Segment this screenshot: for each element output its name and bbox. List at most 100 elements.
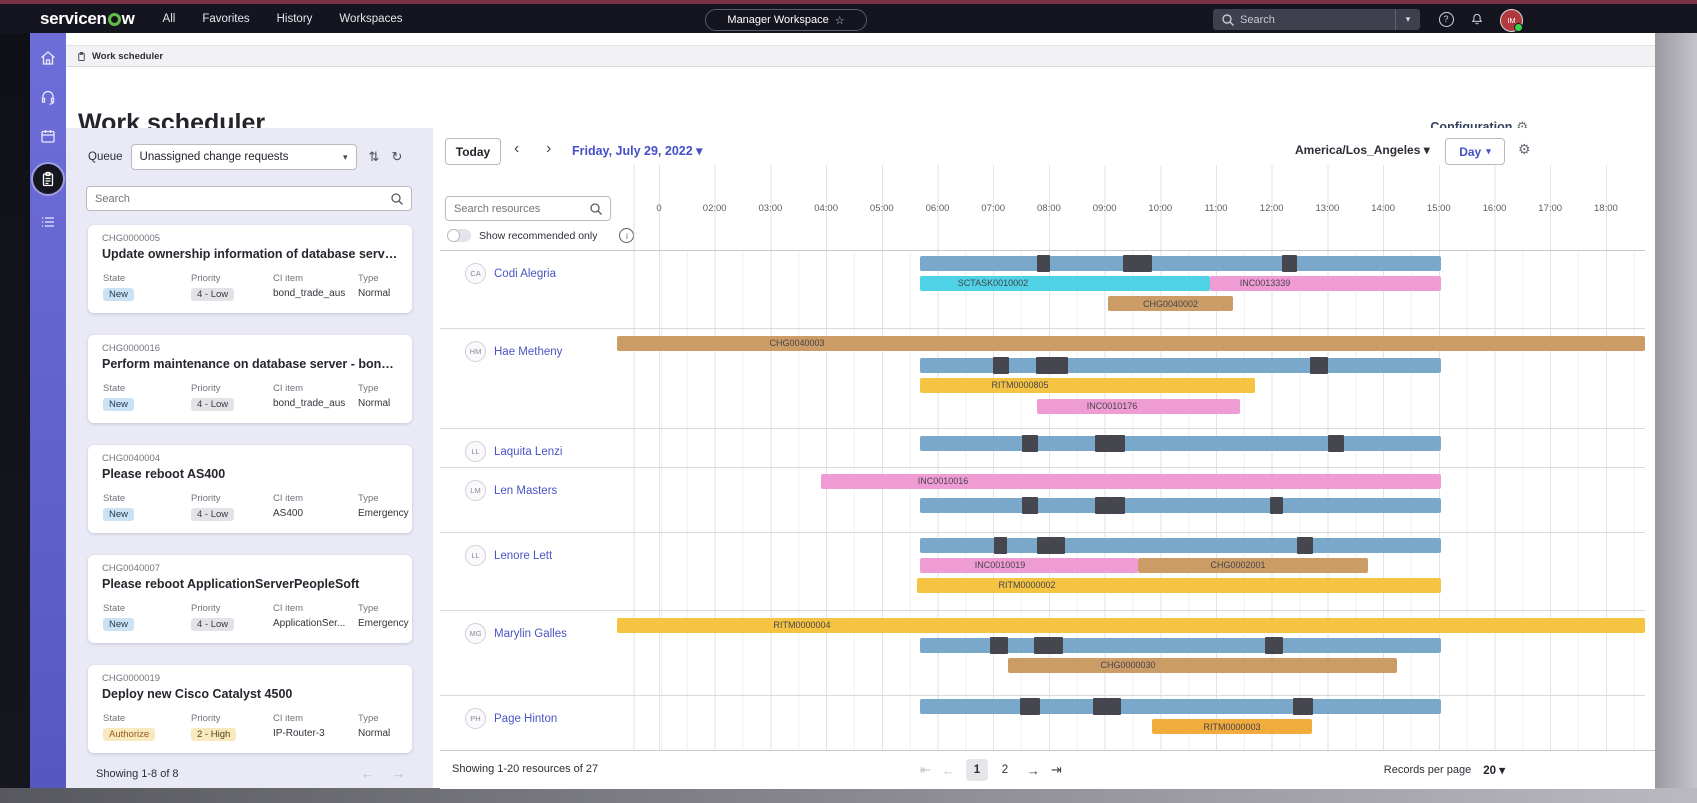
field-label: Type [358,383,390,394]
today-button[interactable]: Today [445,138,501,165]
card-field: Priority2 - High [191,713,236,741]
field-label: Priority [191,383,234,394]
queue-select[interactable]: Unassigned change requests▾ [131,144,357,170]
scheduler-settings-gear-icon[interactable]: ⚙ [1518,141,1531,158]
hour-label: 16:00 [1483,203,1507,214]
busy-block-icon [1265,637,1283,654]
date-picker[interactable]: Friday, July 29, 2022 ▾ [572,143,702,158]
availability-bar[interactable] [920,498,1441,513]
resource-name-link[interactable]: Len Masters [494,485,557,497]
navbar-item-workspaces[interactable]: Workspaces [339,13,402,25]
view-mode-button[interactable]: Day▾ [1445,138,1505,165]
resource-name-link[interactable]: Page Hinton [494,713,557,725]
task-label: INC0010019 [975,560,1026,570]
timezone-select[interactable]: America/Los_Angeles ▾ [1295,143,1430,157]
card-number: CHG0000019 [102,673,398,684]
queue-select-value: Unassigned change requests [140,151,289,163]
card-title: Deploy new Cisco Catalyst 4500 [102,687,398,701]
sort-icon[interactable]: ⇅ [369,149,380,165]
show-recommended-toggle[interactable] [447,229,471,242]
global-search[interactable]: Search ▾ [1213,9,1420,30]
resource-row: LLLaquita Lenzi [440,429,1645,468]
notifications-bell-icon[interactable] [1468,10,1486,28]
page-button-1[interactable]: 1 [966,759,988,781]
star-icon[interactable]: ☆ [835,14,845,27]
resource-row: MGMarylin GallesRITM0000004CHG0000030 [440,611,1645,696]
task-label: INC0010016 [918,476,969,486]
prev-page-icon[interactable]: ← [942,763,955,778]
availability-bar[interactable] [920,638,1441,653]
resource-name-link[interactable]: Codi Alegria [494,268,556,280]
availability-bar[interactable] [920,358,1441,373]
priority-badge: 4 - Low [191,508,234,521]
queue-next-page-icon[interactable]: → [392,766,405,781]
sidebar-item-lists[interactable] [37,211,59,233]
task-bar[interactable]: CHG0040002 [1108,296,1233,311]
avatar: LL [465,545,486,566]
sidebar-item-agent-assist[interactable] [37,86,59,108]
busy-block-icon [1328,435,1344,452]
sidebar-item-calendar[interactable] [37,125,59,147]
last-page-icon[interactable]: ⇥ [1051,762,1062,778]
task-bar[interactable]: INC0010176 [1037,399,1240,414]
resource-search-input[interactable] [446,203,588,215]
availability-bar[interactable] [920,699,1441,714]
calendar-icon [39,127,57,145]
view-mode-label: Day [1459,145,1481,159]
change-request-card[interactable]: CHG0000005Update ownership information o… [88,225,412,313]
navbar-item-all[interactable]: All [163,13,176,25]
task-bar[interactable]: INC0010019 [920,558,1138,573]
breadcrumb[interactable]: Work scheduler [66,45,1655,67]
app-rail [30,33,66,788]
task-bar[interactable]: RITM0000805 [920,378,1255,393]
queue-prev-page-icon[interactable]: ← [361,766,374,781]
change-request-card[interactable]: CHG0000016Perform maintenance on databas… [88,335,412,423]
task-bar[interactable]: CHG0040003 [617,336,1645,351]
change-request-card[interactable]: CHG0000019 Deploy new Cisco Catalyst 4500… [88,665,412,753]
availability-bar[interactable] [920,256,1441,271]
refresh-icon[interactable]: ↻ [391,149,402,165]
task-bar[interactable]: RITM0000004 [617,618,1645,633]
list-icon [39,213,57,231]
task-bar[interactable]: SCTASK0010002 [920,276,1210,291]
navbar-item-favorites[interactable]: Favorites [202,13,249,25]
card-field: Priority 4 - Low [191,493,234,521]
busy-block-icon [1020,698,1040,715]
resource-name-link[interactable]: Hae Metheny [494,346,562,358]
next-page-icon[interactable]: → [1027,763,1040,778]
availability-bar[interactable] [920,538,1441,553]
resource-name-link[interactable]: Lenore Lett [494,550,552,562]
workspace-pill[interactable]: Manager Workspace☆ [705,9,867,31]
type-value: Emergency [358,618,409,629]
task-bar[interactable]: INC0013339 [1210,276,1441,291]
navbar-item-history[interactable]: History [277,13,313,25]
prev-day-icon[interactable]: ‹ [514,139,519,159]
first-page-icon[interactable]: ⇤ [920,762,931,778]
task-bar[interactable]: CHG0000030 [1008,658,1397,673]
card-field: TypeEmergency [358,603,409,629]
records-per-page-select[interactable]: 20 ▾ [1483,763,1505,777]
card-field: CI itembond_trade_aus [273,273,345,299]
queue-search-input[interactable] [87,193,389,205]
help-icon[interactable]: ? [1437,10,1455,28]
task-bar[interactable]: CHG0002001 [1138,558,1368,573]
sidebar-item-work-scheduler[interactable] [33,164,63,194]
field-label: Priority [191,493,234,504]
user-avatar[interactable]: IM [1500,9,1523,32]
task-bar[interactable]: RITM0000002 [917,578,1441,593]
change-request-card[interactable]: CHG0040007Please reboot ApplicationServe… [88,555,412,643]
search-scope-caret[interactable]: ▾ [1395,9,1420,30]
next-day-icon[interactable]: › [546,139,551,159]
window-right-frame [1655,33,1697,788]
servicenow-logo[interactable]: servicenw [40,9,135,29]
task-bar[interactable]: INC0010016 [821,474,1441,489]
change-request-card[interactable]: CHG0040004Please reboot AS400StateNewPri… [88,445,412,533]
task-bar[interactable]: RITM0000003 [1152,719,1312,734]
sidebar-item-home[interactable] [37,47,59,69]
availability-bar[interactable] [920,436,1441,451]
page-button-2[interactable]: 2 [994,759,1016,781]
type-value: Normal [358,288,390,299]
card-number: CHG0040007 [102,563,398,574]
resource-name-link[interactable]: Marylin Galles [494,628,567,640]
resource-name-link[interactable]: Laquita Lenzi [494,446,562,458]
